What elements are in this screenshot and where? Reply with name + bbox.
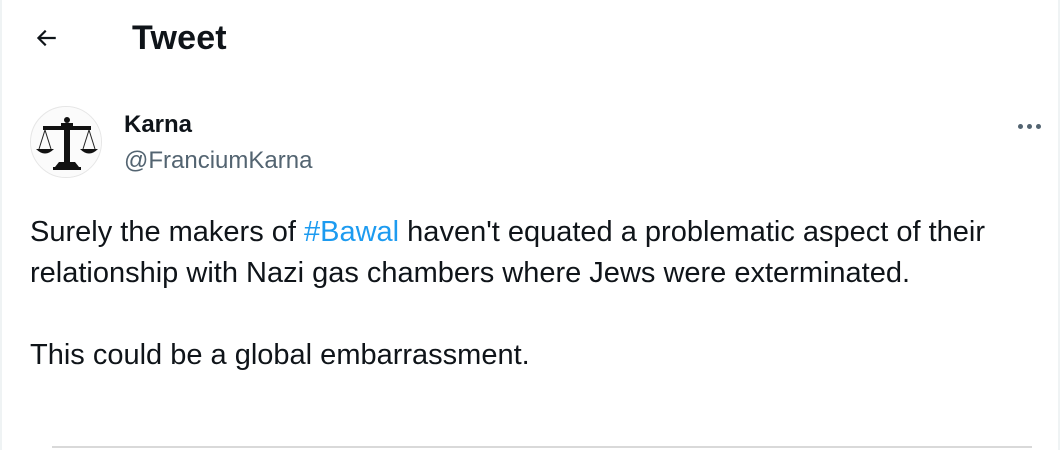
- tweet-paragraph-1: Surely the makers of #Bawal haven't equa…: [30, 212, 1030, 294]
- more-options-button[interactable]: [1012, 116, 1046, 136]
- scales-of-justice-icon: [31, 107, 101, 177]
- page-title: Tweet: [132, 19, 227, 57]
- more-horizontal-icon: [1017, 123, 1023, 129]
- author-handle[interactable]: @FranciumKarna: [124, 146, 312, 176]
- avatar[interactable]: [30, 106, 102, 178]
- divider: [52, 446, 1032, 448]
- right-column-border: [1058, 0, 1060, 450]
- author-display-name[interactable]: Karna: [124, 110, 192, 140]
- tweet-text-segment: Surely the makers of: [30, 216, 304, 248]
- tweet-text: Surely the makers of #Bawal haven't equa…: [30, 212, 1030, 376]
- tweet-paragraph-2: This could be a global embarrassment.: [30, 339, 530, 371]
- back-button[interactable]: [24, 16, 68, 60]
- more-dot: [1035, 123, 1041, 129]
- hashtag-link[interactable]: #Bawal: [304, 216, 399, 248]
- more-dot: [1026, 123, 1032, 129]
- tweet-header: Tweet: [0, 0, 1058, 76]
- arrow-left-icon: [36, 29, 56, 47]
